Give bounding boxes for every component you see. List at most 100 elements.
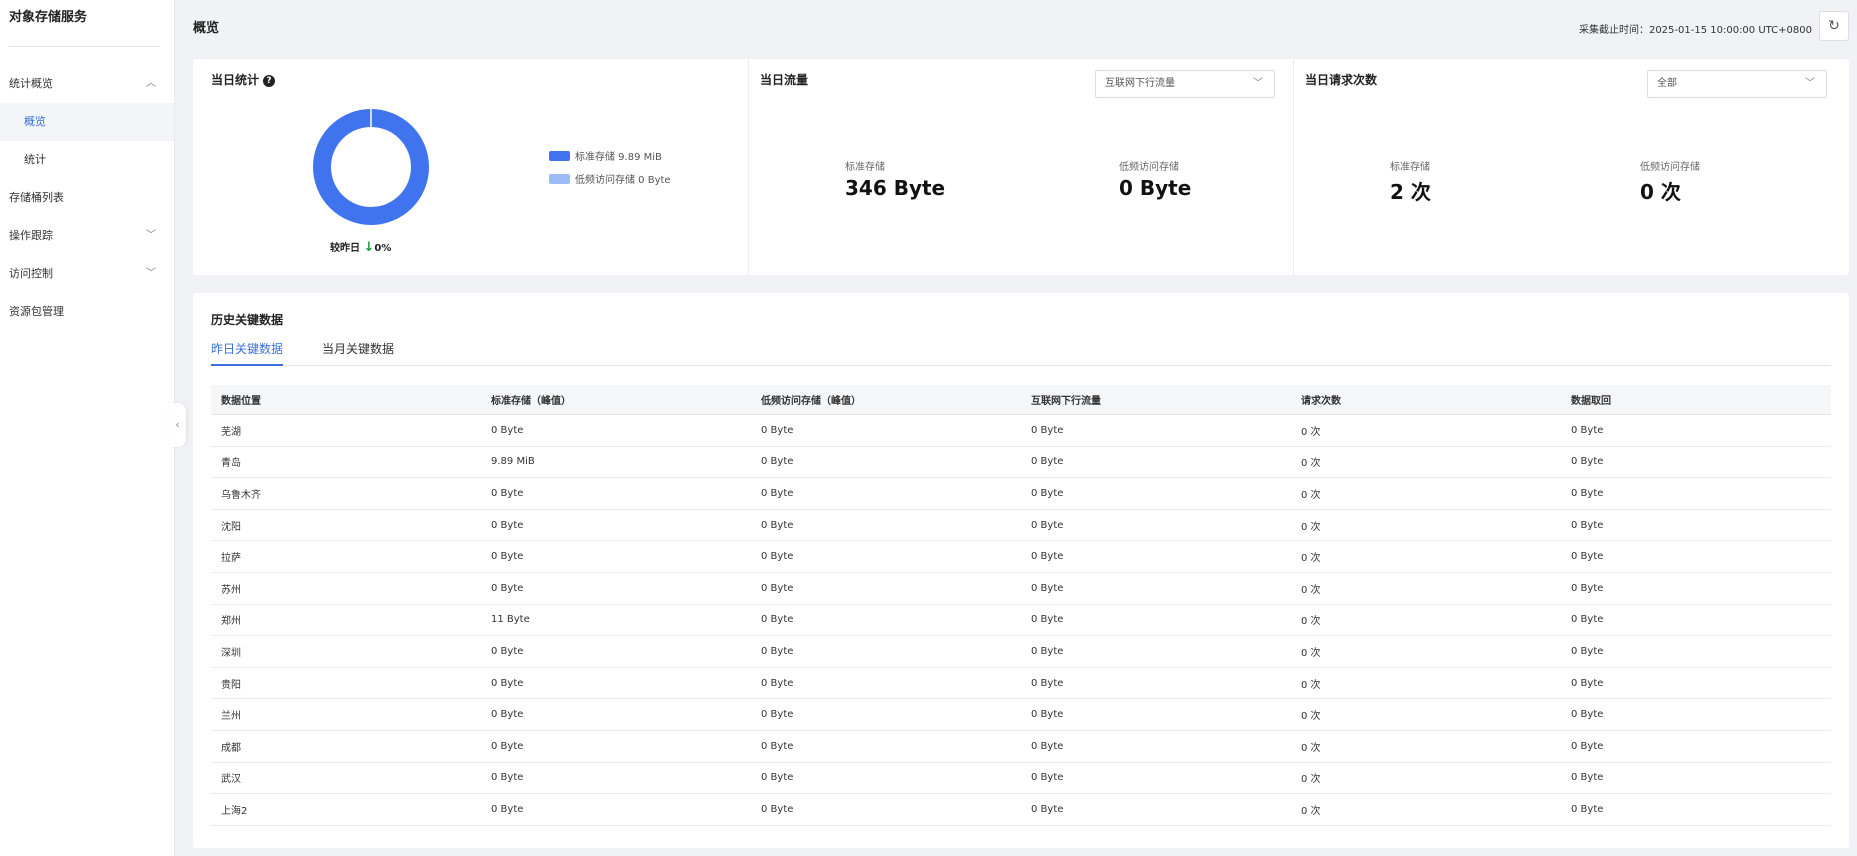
sidebar-item-stats-overview[interactable]: 统计概览 ︿ [0, 65, 174, 103]
sidebar-item-label: 概览 [24, 115, 46, 128]
sidebar-item-label: 访问控制 [9, 267, 53, 280]
table-row: 兰州 0 Byte 0 Byte 0 Byte 0 次 0 Byte [211, 699, 1831, 731]
table-cell: 9.89 MiB [491, 456, 535, 468]
table-cell: 0 Byte [1571, 614, 1604, 626]
table-cell: 0 Byte [761, 709, 794, 721]
table-cell: 贵阳 [221, 679, 241, 691]
legend-item-infrequent: 低频访问存储 0 Byte [549, 171, 671, 186]
table-cell: 0 Byte [761, 519, 794, 531]
sidebar-item-resource-package[interactable]: 资源包管理 [0, 293, 174, 331]
table-cell: 0 Byte [491, 424, 524, 436]
table-cell: 0 Byte [1571, 551, 1604, 563]
request-metric-infrequent: 低频访问存储 0 次 [1640, 158, 1700, 205]
table-body: 芜湖 0 Byte 0 Byte 0 Byte 0 次 0 Byte 青岛 9.89 MiB 0… [211, 415, 1831, 826]
table-row: 拉萨 0 Byte 0 Byte 0 Byte 0 次 0 Byte [211, 541, 1831, 573]
tab-yesterday[interactable]: 昨日关键数据 [211, 337, 284, 366]
chevron-down-icon: ﹀ [146, 230, 156, 241]
sidebar-item-label: 统计 [24, 153, 46, 166]
daily-stats-title: 当日统计? [211, 71, 276, 88]
table-cell: 0 Byte [491, 740, 524, 752]
metric-label: 低频访问存储 [1640, 162, 1700, 173]
table-cell: 0 Byte [761, 456, 794, 468]
table-cell: 0 Byte [491, 677, 524, 689]
legend-label: 低频访问存储 0 Byte [575, 175, 671, 186]
request-type-select-value: 全部 [1657, 78, 1677, 89]
daily-stats-title-text: 当日统计 [211, 73, 260, 87]
legend-swatch [549, 151, 570, 161]
table-row: 郑州 11 Byte 0 Byte 0 Byte 0 次 0 Byte [211, 605, 1831, 637]
table-cell: 0 次 [1301, 584, 1321, 596]
help-icon[interactable]: ? [263, 75, 276, 87]
table-cell: 郑州 [221, 616, 241, 628]
table-cell: 0 Byte [1571, 645, 1604, 657]
table-cell: 0 Byte [1571, 519, 1604, 531]
table-cell: 0 次 [1301, 553, 1321, 565]
table-cell: 0 Byte [1031, 740, 1064, 752]
sidebar-item-overview[interactable]: 概览 [0, 103, 174, 141]
table-row: 深圳 0 Byte 0 Byte 0 Byte 0 次 0 Byte [211, 636, 1831, 668]
table-cell: 0 Byte [491, 645, 524, 657]
daily-traffic-title: 当日流量 [760, 73, 809, 87]
table-row: 贵阳 0 Byte 0 Byte 0 Byte 0 次 0 Byte [211, 668, 1831, 700]
table-cell: 0 Byte [491, 519, 524, 531]
table-cell: 0 次 [1301, 521, 1321, 533]
sidebar-item-bucket-list[interactable]: 存储桶列表 [0, 179, 174, 217]
table-cell: 0 Byte [1031, 519, 1064, 531]
table-cell: 0 次 [1301, 647, 1321, 659]
arrow-down-icon: ↓ [363, 240, 375, 255]
refresh-icon: ↻ [1828, 18, 1840, 34]
table-cell: 0 次 [1301, 458, 1321, 470]
table-cell: 0 Byte [491, 709, 524, 721]
history-tabs: 昨日关键数据 当月关键数据 [211, 337, 1831, 366]
table-cell: 0 次 [1301, 679, 1321, 691]
table-cell: 0 Byte [1571, 456, 1604, 468]
traffic-type-select-value: 互联网下行流量 [1105, 78, 1175, 89]
table-cell: 0 Byte [761, 740, 794, 752]
metric-value: 0 次 [1640, 180, 1681, 204]
table-cell: 0 Byte [1031, 424, 1064, 436]
daily-requests-title: 当日请求次数 [1305, 73, 1378, 87]
table-cell: 0 Byte [1031, 645, 1064, 657]
table-row: 武汉 0 Byte 0 Byte 0 Byte 0 次 0 Byte [211, 763, 1831, 795]
legend-item-standard: 标准存储 9.89 MiB [549, 148, 662, 163]
table-cell: 0 Byte [1571, 709, 1604, 721]
compare-yesterday: 较昨日 ↓0% [330, 239, 391, 255]
table-cell: 沈阳 [221, 521, 241, 533]
sidebar: 对象存储服务 统计概览 ︿ 概览 统计 存储桶列表 操作跟踪 ﹀ 访问控制 ﹀ … [0, 0, 175, 856]
table-cell: 0 Byte [761, 487, 794, 499]
collect-time: 采集截止时间：2025-01-15 10:00:00 UTC+0800 [1578, 25, 1812, 36]
chevron-down-icon: ﹀ [1805, 78, 1815, 89]
table-row: 苏州 0 Byte 0 Byte 0 Byte 0 次 0 Byte [211, 573, 1831, 605]
sidebar-item-access-control[interactable]: 访问控制 ﹀ [0, 255, 174, 293]
table-row: 芜湖 0 Byte 0 Byte 0 Byte 0 次 0 Byte [211, 415, 1831, 447]
history-title: 历史关键数据 [211, 313, 284, 327]
table-cell: 拉萨 [221, 553, 241, 565]
table-row: 成都 0 Byte 0 Byte 0 Byte 0 次 0 Byte [211, 731, 1831, 763]
tab-this-month[interactable]: 当月关键数据 [322, 337, 394, 366]
table-cell: 0 次 [1301, 742, 1321, 754]
sidebar-collapse-button[interactable]: ‹ [169, 403, 186, 447]
daily-traffic-panel: 当日流量 互联网下行流量 ﹀ 标准存储 346 Byte 低频访问存储 0 By… [749, 59, 1294, 275]
sidebar-menu: 统计概览 ︿ 概览 统计 存储桶列表 操作跟踪 ﹀ 访问控制 ﹀ 资源包管理 [0, 65, 174, 331]
table-cell: 0 Byte [491, 487, 524, 499]
daily-stats-panel: 当日统计? 较昨日 ↓0% 标准存储 9.89 MiB 低频访问存储 0 Byt… [193, 59, 749, 275]
sidebar-item-label: 操作跟踪 [9, 229, 53, 242]
table-cell: 青岛 [221, 458, 241, 470]
metric-value: 2 次 [1390, 180, 1431, 204]
sidebar-item-operation-tracking[interactable]: 操作跟踪 ﹀ [0, 217, 174, 255]
metric-value: 346 Byte [845, 176, 946, 200]
table-cell: 0 Byte [1031, 456, 1064, 468]
table-header-row: 数据位置 标准存储（峰值） 低频访问存储（峰值） 互联网下行流量 请求次数 数据… [211, 385, 1831, 415]
table-row: 沈阳 0 Byte 0 Byte 0 Byte 0 次 0 Byte [211, 510, 1831, 542]
request-type-select[interactable]: 全部 ﹀ [1647, 70, 1827, 98]
table-cell: 0 Byte [761, 424, 794, 436]
metric-label: 低频访问存储 [1119, 162, 1179, 173]
storage-donut-chart [313, 109, 429, 225]
table-cell: 0 Byte [1031, 709, 1064, 721]
traffic-type-select[interactable]: 互联网下行流量 ﹀ [1095, 70, 1275, 98]
table-cell: 0 Byte [491, 803, 524, 815]
table-cell: 11 Byte [491, 614, 530, 626]
sidebar-item-statistics[interactable]: 统计 [0, 141, 174, 179]
refresh-button[interactable]: ↻ [1819, 11, 1849, 41]
metric-value: 0 Byte [1119, 176, 1192, 200]
